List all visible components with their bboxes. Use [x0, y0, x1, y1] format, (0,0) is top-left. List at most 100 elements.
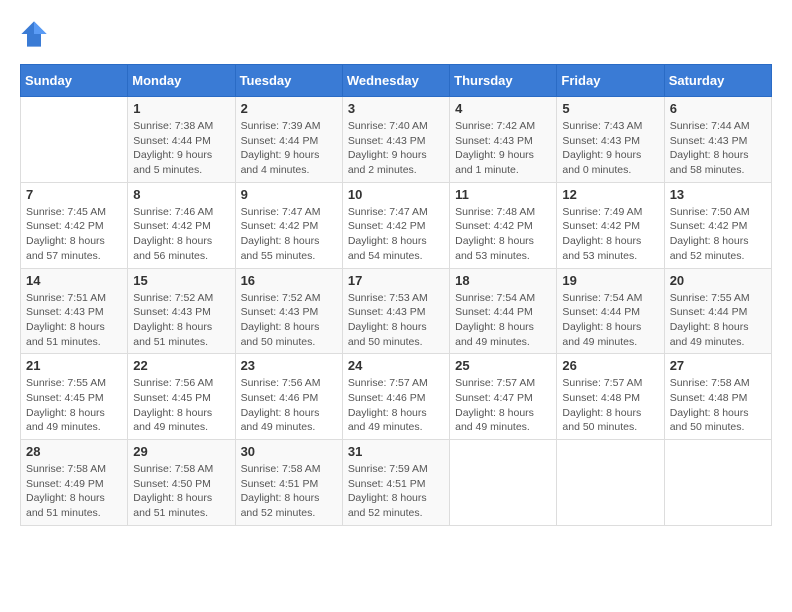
calendar-header-sunday: Sunday: [21, 65, 128, 97]
calendar-week-row: 14 Sunrise: 7:51 AMSunset: 4:43 PMDayligh…: [21, 268, 772, 354]
calendar-header-row: SundayMondayTuesdayWednesdayThursdayFrid…: [21, 65, 772, 97]
day-number: 12: [562, 187, 658, 202]
calendar-cell: 11 Sunrise: 7:48 AMSunset: 4:42 PMDayligh…: [450, 182, 557, 268]
calendar-cell: 27Sunrise: 7:58 AMSunset: 4:48 PMDayligh…: [664, 354, 771, 440]
calendar-cell: 6 Sunrise: 7:44 AMSunset: 4:43 PMDaylight…: [664, 97, 771, 183]
calendar-cell: [21, 97, 128, 183]
logo: [20, 20, 50, 48]
day-info: Sunrise: 7:45 AMSunset: 4:42 PMDaylight:…: [26, 205, 122, 264]
day-info: Sunrise: 7:57 AMSunset: 4:48 PMDaylight:…: [562, 376, 658, 435]
page-header: [20, 20, 772, 48]
calendar-cell: 9 Sunrise: 7:47 AMSunset: 4:42 PMDaylight…: [235, 182, 342, 268]
calendar-week-row: 21 Sunrise: 7:55 AMSunset: 4:45 PMDayligh…: [21, 354, 772, 440]
calendar-cell: 8 Sunrise: 7:46 AMSunset: 4:42 PMDaylight…: [128, 182, 235, 268]
calendar-header-saturday: Saturday: [664, 65, 771, 97]
calendar-week-row: 1 Sunrise: 7:38 AMSunset: 4:44 PMDaylight…: [21, 97, 772, 183]
day-info: Sunrise: 7:44 AMSunset: 4:43 PMDaylight:…: [670, 119, 766, 178]
day-info: Sunrise: 7:56 AMSunset: 4:45 PMDaylight:…: [133, 376, 229, 435]
calendar-header-thursday: Thursday: [450, 65, 557, 97]
calendar-cell: 18Sunrise: 7:54 AMSunset: 4:44 PMDayligh…: [450, 268, 557, 354]
calendar-cell: 23Sunrise: 7:56 AMSunset: 4:46 PMDayligh…: [235, 354, 342, 440]
day-info: Sunrise: 7:58 AMSunset: 4:51 PMDaylight:…: [241, 462, 337, 521]
day-info: Sunrise: 7:43 AMSunset: 4:43 PMDaylight:…: [562, 119, 658, 178]
day-info: Sunrise: 7:49 AMSunset: 4:42 PMDaylight:…: [562, 205, 658, 264]
calendar-cell: [557, 440, 664, 526]
day-info: Sunrise: 7:48 AMSunset: 4:42 PMDaylight:…: [455, 205, 551, 264]
day-number: 13: [670, 187, 766, 202]
day-info: Sunrise: 7:47 AMSunset: 4:42 PMDaylight:…: [241, 205, 337, 264]
day-info: Sunrise: 7:52 AMSunset: 4:43 PMDaylight:…: [133, 291, 229, 350]
day-info: Sunrise: 7:59 AMSunset: 4:51 PMDaylight:…: [348, 462, 444, 521]
day-number: 10: [348, 187, 444, 202]
day-number: 28: [26, 444, 122, 459]
day-number: 14: [26, 273, 122, 288]
calendar-header-tuesday: Tuesday: [235, 65, 342, 97]
day-info: Sunrise: 7:39 AMSunset: 4:44 PMDaylight:…: [241, 119, 337, 178]
calendar-cell: 21 Sunrise: 7:55 AMSunset: 4:45 PMDayligh…: [21, 354, 128, 440]
calendar-cell: 22Sunrise: 7:56 AMSunset: 4:45 PMDayligh…: [128, 354, 235, 440]
calendar-cell: 17 Sunrise: 7:53 AMSunset: 4:43 PMDayligh…: [342, 268, 449, 354]
calendar-cell: 26 Sunrise: 7:57 AMSunset: 4:48 PMDayligh…: [557, 354, 664, 440]
calendar-cell: 20 Sunrise: 7:55 AMSunset: 4:44 PMDayligh…: [664, 268, 771, 354]
day-number: 2: [241, 101, 337, 116]
calendar-cell: 15 Sunrise: 7:52 AMSunset: 4:43 PMDayligh…: [128, 268, 235, 354]
calendar-cell: 5Sunrise: 7:43 AMSunset: 4:43 PMDaylight…: [557, 97, 664, 183]
day-info: Sunrise: 7:46 AMSunset: 4:42 PMDaylight:…: [133, 205, 229, 264]
calendar-cell: 10 Sunrise: 7:47 AMSunset: 4:42 PMDayligh…: [342, 182, 449, 268]
day-info: Sunrise: 7:53 AMSunset: 4:43 PMDaylight:…: [348, 291, 444, 350]
calendar-cell: 19 Sunrise: 7:54 AMSunset: 4:44 PMDayligh…: [557, 268, 664, 354]
day-number: 24: [348, 358, 444, 373]
day-info: Sunrise: 7:54 AMSunset: 4:44 PMDaylight:…: [562, 291, 658, 350]
day-number: 1: [133, 101, 229, 116]
calendar-cell: 13 Sunrise: 7:50 AMSunset: 4:42 PMDayligh…: [664, 182, 771, 268]
calendar-cell: 16 Sunrise: 7:52 AMSunset: 4:43 PMDayligh…: [235, 268, 342, 354]
day-number: 6: [670, 101, 766, 116]
day-info: Sunrise: 7:51 AMSunset: 4:43 PMDaylight:…: [26, 291, 122, 350]
calendar-cell: [450, 440, 557, 526]
calendar-cell: 1 Sunrise: 7:38 AMSunset: 4:44 PMDaylight…: [128, 97, 235, 183]
day-number: 19: [562, 273, 658, 288]
day-number: 8: [133, 187, 229, 202]
day-info: Sunrise: 7:55 AMSunset: 4:45 PMDaylight:…: [26, 376, 122, 435]
day-info: Sunrise: 7:50 AMSunset: 4:42 PMDaylight:…: [670, 205, 766, 264]
calendar-cell: 7 Sunrise: 7:45 AMSunset: 4:42 PMDaylight…: [21, 182, 128, 268]
calendar-cell: 25 Sunrise: 7:57 AMSunset: 4:47 PMDayligh…: [450, 354, 557, 440]
day-number: 9: [241, 187, 337, 202]
day-number: 11: [455, 187, 551, 202]
day-info: Sunrise: 7:58 AMSunset: 4:49 PMDaylight:…: [26, 462, 122, 521]
day-number: 23: [241, 358, 337, 373]
calendar-header-friday: Friday: [557, 65, 664, 97]
calendar-cell: 28 Sunrise: 7:58 AMSunset: 4:49 PMDayligh…: [21, 440, 128, 526]
calendar-cell: 14 Sunrise: 7:51 AMSunset: 4:43 PMDayligh…: [21, 268, 128, 354]
day-number: 16: [241, 273, 337, 288]
day-info: Sunrise: 7:58 AMSunset: 4:50 PMDaylight:…: [133, 462, 229, 521]
day-number: 17: [348, 273, 444, 288]
day-info: Sunrise: 7:38 AMSunset: 4:44 PMDaylight:…: [133, 119, 229, 178]
day-number: 27: [670, 358, 766, 373]
day-info: Sunrise: 7:54 AMSunset: 4:44 PMDaylight:…: [455, 291, 551, 350]
day-number: 3: [348, 101, 444, 116]
day-number: 30: [241, 444, 337, 459]
day-info: Sunrise: 7:57 AMSunset: 4:47 PMDaylight:…: [455, 376, 551, 435]
calendar-cell: 3 Sunrise: 7:40 AMSunset: 4:43 PMDaylight…: [342, 97, 449, 183]
day-number: 20: [670, 273, 766, 288]
day-number: 25: [455, 358, 551, 373]
day-info: Sunrise: 7:47 AMSunset: 4:42 PMDaylight:…: [348, 205, 444, 264]
calendar-cell: 29 Sunrise: 7:58 AMSunset: 4:50 PMDayligh…: [128, 440, 235, 526]
calendar-cell: 30 Sunrise: 7:58 AMSunset: 4:51 PMDayligh…: [235, 440, 342, 526]
logo-icon: [20, 20, 48, 48]
day-number: 7: [26, 187, 122, 202]
calendar-cell: 2 Sunrise: 7:39 AMSunset: 4:44 PMDaylight…: [235, 97, 342, 183]
day-info: Sunrise: 7:57 AMSunset: 4:46 PMDaylight:…: [348, 376, 444, 435]
day-info: Sunrise: 7:55 AMSunset: 4:44 PMDaylight:…: [670, 291, 766, 350]
calendar-week-row: 7 Sunrise: 7:45 AMSunset: 4:42 PMDaylight…: [21, 182, 772, 268]
calendar-cell: 31Sunrise: 7:59 AMSunset: 4:51 PMDayligh…: [342, 440, 449, 526]
day-number: 26: [562, 358, 658, 373]
day-info: Sunrise: 7:52 AMSunset: 4:43 PMDaylight:…: [241, 291, 337, 350]
calendar-cell: 24 Sunrise: 7:57 AMSunset: 4:46 PMDayligh…: [342, 354, 449, 440]
day-number: 29: [133, 444, 229, 459]
day-number: 21: [26, 358, 122, 373]
day-number: 15: [133, 273, 229, 288]
day-info: Sunrise: 7:40 AMSunset: 4:43 PMDaylight:…: [348, 119, 444, 178]
day-info: Sunrise: 7:42 AMSunset: 4:43 PMDaylight:…: [455, 119, 551, 178]
